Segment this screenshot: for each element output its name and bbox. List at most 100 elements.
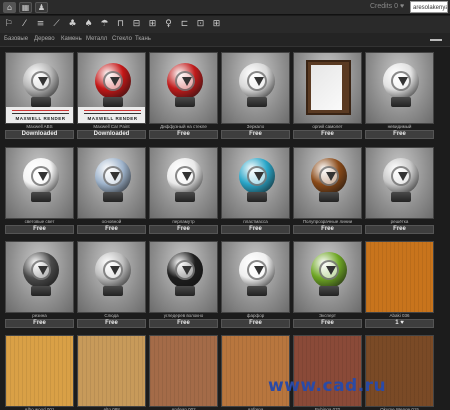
sphere-stand — [31, 97, 51, 107]
sphere-stand — [31, 192, 51, 202]
material-thumbnail[interactable] — [149, 52, 218, 124]
material-card[interactable]: MAXWELL RENDER Maxwell ABS Downloaded — [5, 52, 74, 139]
wood-texture-swatch[interactable] — [77, 335, 146, 407]
user-button[interactable]: ♟ — [35, 2, 48, 13]
free-button[interactable]: Free — [365, 225, 434, 234]
material-card[interactable]: перламутр Free — [149, 147, 218, 234]
material-card[interactable]: Albo wood 001 — [5, 335, 74, 410]
window-icon[interactable]: ⊡ — [195, 18, 206, 30]
free-button[interactable]: Free — [5, 319, 74, 328]
material-card[interactable]: Andean 002 — [149, 335, 218, 410]
vray-logo-icon — [175, 71, 195, 91]
grid-icon[interactable]: ⊞ — [211, 18, 222, 30]
material-card[interactable]: оргий самолет Free — [293, 52, 362, 139]
brush-icon[interactable]: ⁄ — [19, 18, 30, 30]
free-button[interactable]: Free — [77, 319, 146, 328]
shelf-icon[interactable]: ⊏ — [179, 18, 190, 30]
material-card[interactable]: MAXWELL RENDER Maxwell Car Paint Downloade… — [77, 52, 146, 139]
material-card[interactable]: угледерев волокно Free — [149, 241, 218, 328]
sphere-stand — [103, 286, 123, 296]
free-button[interactable]: Free — [293, 130, 362, 139]
material-card[interactable]: Abaki 036 1 ♥ — [365, 241, 434, 328]
material-thumbnail[interactable] — [5, 147, 74, 219]
wood-texture-swatch[interactable] — [293, 335, 362, 407]
material-card[interactable]: решётка Free — [365, 147, 434, 234]
material-card[interactable]: Слюда Free — [77, 241, 146, 328]
wand-icon[interactable]: ⟋ — [51, 18, 62, 30]
material-thumbnail[interactable]: MAXWELL RENDER — [77, 52, 146, 124]
stack-icon[interactable]: ≡ — [35, 18, 46, 30]
free-button[interactable]: Free — [221, 225, 290, 234]
wood-texture-swatch[interactable] — [5, 335, 74, 407]
wood-texture-swatch[interactable] — [149, 335, 218, 407]
material-card[interactable]: основной Free — [77, 147, 146, 234]
wood-texture-swatch[interactable] — [221, 335, 290, 407]
credits-label[interactable]: Credits 0 ♥ — [370, 3, 404, 10]
top-bar: ⌂ ▦ ♟ Credits 0 ♥ aresolakenyan — [0, 0, 450, 15]
material-thumbnail[interactable] — [293, 52, 362, 124]
tab-glass[interactable]: Стекло — [112, 36, 132, 42]
material-thumbnail[interactable] — [5, 241, 74, 313]
free-button[interactable]: Free — [149, 225, 218, 234]
material-thumbnail[interactable]: MAXWELL RENDER — [5, 52, 74, 124]
material-thumbnail[interactable] — [293, 241, 362, 313]
umbrella-icon[interactable]: ☂ — [99, 18, 110, 30]
free-button[interactable]: Free — [149, 319, 218, 328]
material-card[interactable]: Anfrena — [221, 335, 290, 410]
tab-metal[interactable]: Металл — [86, 36, 107, 42]
free-button[interactable]: Free — [293, 319, 362, 328]
wood-texture-swatch[interactable] — [365, 335, 434, 407]
bench-icon[interactable]: ⊓ — [115, 18, 126, 30]
material-thumbnail[interactable] — [149, 147, 218, 219]
menu-line-icon[interactable] — [430, 39, 442, 41]
material-card[interactable]: Полупрозрачные линии Free — [293, 147, 362, 234]
material-card[interactable]: Эксперт Free — [293, 241, 362, 328]
material-card[interactable]: световые свет Free — [5, 147, 74, 234]
downloaded-button[interactable]: Downloaded — [5, 130, 74, 139]
material-thumbnail[interactable] — [221, 147, 290, 219]
material-thumbnail[interactable] — [293, 147, 362, 219]
home-button[interactable]: ⌂ — [3, 2, 16, 13]
tab-stone[interactable]: Камень — [61, 36, 82, 42]
lamp-icon[interactable]: ♀ — [163, 18, 174, 30]
cubes-icon[interactable]: ⊞ — [147, 18, 158, 30]
user-name-field[interactable]: aresolakenyan — [410, 1, 448, 13]
wood-texture-swatch[interactable] — [365, 241, 434, 313]
material-thumbnail[interactable] — [77, 147, 146, 219]
material-card[interactable]: фарфор Free — [221, 241, 290, 328]
free-button[interactable]: Free — [221, 319, 290, 328]
material-card[interactable]: невидимый Free — [365, 52, 434, 139]
free-button[interactable]: Free — [77, 225, 146, 234]
material-thumbnail[interactable] — [365, 147, 434, 219]
material-thumbnail[interactable] — [365, 52, 434, 124]
free-button[interactable]: Free — [221, 130, 290, 139]
material-thumbnail[interactable] — [149, 241, 218, 313]
material-thumbnail[interactable] — [221, 241, 290, 313]
tree-icon[interactable]: ♠ — [83, 18, 94, 30]
material-card[interactable]: Bubinga 070 — [293, 335, 362, 410]
free-button[interactable]: Free — [365, 130, 434, 139]
vray-logo-icon — [175, 166, 195, 186]
like-button[interactable]: 1 ♥ — [365, 319, 434, 328]
material-thumbnail[interactable] — [77, 241, 146, 313]
car-icon[interactable]: ⊟ — [131, 18, 142, 30]
material-card[interactable]: пластмасса Free — [221, 147, 290, 234]
material-card[interactable]: Alto 088 — [77, 335, 146, 410]
material-card[interactable]: Зеркало Free — [221, 52, 290, 139]
material-card[interactable]: резина Free — [5, 241, 74, 328]
material-card[interactable]: Okume Wenge 015 — [365, 335, 434, 410]
material-sphere — [23, 252, 59, 288]
material-thumbnail[interactable] — [221, 52, 290, 124]
paint-roller-icon[interactable]: ⚐ — [3, 18, 14, 30]
tab-wood[interactable]: Дерево — [34, 36, 55, 42]
free-button[interactable]: Free — [5, 225, 74, 234]
material-card[interactable]: Диффузный на стекле Free — [149, 52, 218, 139]
free-button[interactable]: Free — [149, 130, 218, 139]
tab-fabric[interactable]: Ткань — [135, 36, 151, 42]
tab-basic[interactable]: Базовые — [4, 36, 28, 42]
downloaded-button[interactable]: Downloaded — [77, 130, 146, 139]
calendar-button[interactable]: ▦ — [19, 2, 32, 13]
free-button[interactable]: Free — [293, 225, 362, 234]
material-sphere — [167, 63, 203, 99]
plant-icon[interactable]: ♣ — [67, 18, 78, 30]
